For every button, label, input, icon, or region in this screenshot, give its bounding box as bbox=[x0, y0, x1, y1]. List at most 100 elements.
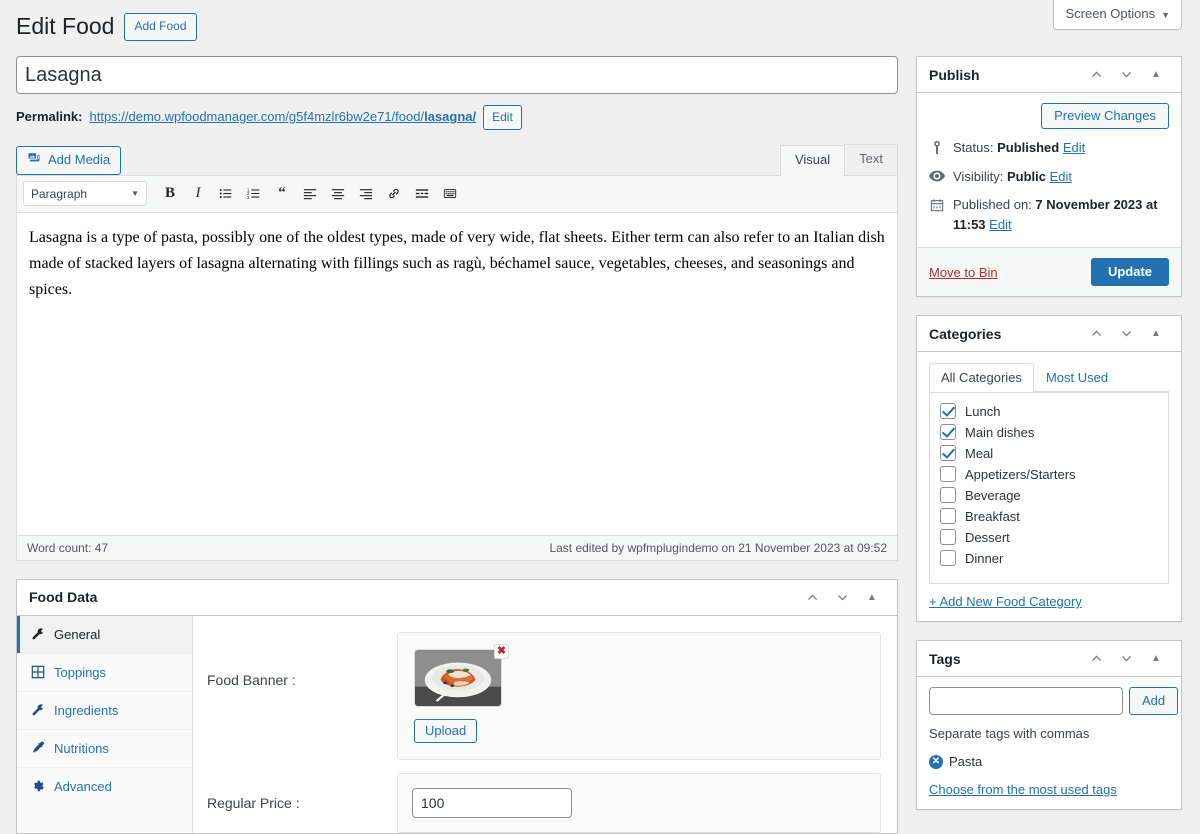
italic-icon[interactable]: I bbox=[185, 181, 211, 207]
editor-wrapper: Add Media Visual Text Paragraph ▼ B I 1 … bbox=[16, 144, 898, 561]
move-up-icon[interactable] bbox=[1083, 62, 1109, 88]
publish-visibility-row: Visibility: Public Edit bbox=[917, 158, 1181, 187]
publish-title: Publish bbox=[929, 66, 980, 83]
editor-media-row: Add Media Visual Text bbox=[16, 144, 898, 176]
tab-text[interactable]: Text bbox=[844, 144, 898, 175]
edit-published-link[interactable]: Edit bbox=[989, 217, 1011, 232]
category-item[interactable]: Dinner bbox=[940, 548, 1158, 569]
fd-tab-nutritions[interactable]: Nutritions bbox=[17, 730, 192, 768]
category-item[interactable]: Dessert bbox=[940, 527, 1158, 548]
visibility-label: Visibility: bbox=[953, 168, 1004, 184]
move-down-icon[interactable] bbox=[829, 584, 855, 610]
bold-icon[interactable]: B bbox=[157, 181, 183, 207]
food-data-body: General Toppings Ingredients Nutritions … bbox=[17, 615, 897, 833]
food-data-handle-actions: ▲ bbox=[799, 584, 885, 610]
remove-tag-icon[interactable]: ✕ bbox=[929, 754, 943, 769]
category-label: Dessert bbox=[965, 529, 1010, 545]
fd-tab-toppings[interactable]: Toppings bbox=[17, 654, 192, 692]
publish-header: Publish ▲ bbox=[917, 57, 1181, 93]
align-center-icon[interactable] bbox=[325, 181, 351, 207]
category-item[interactable]: Appetizers/Starters bbox=[940, 464, 1158, 485]
checkbox-icon[interactable] bbox=[940, 529, 956, 545]
publish-status-text: Status: Published Edit bbox=[953, 138, 1085, 158]
read-more-icon[interactable] bbox=[409, 181, 435, 207]
blockquote-icon[interactable]: “ bbox=[269, 181, 295, 207]
categories-list[interactable]: Lunch Main dishes Meal Appetizers/Starte… bbox=[929, 392, 1169, 584]
edit-status-link[interactable]: Edit bbox=[1063, 140, 1085, 155]
tags-input[interactable] bbox=[929, 687, 1123, 715]
move-up-icon[interactable] bbox=[1083, 321, 1109, 347]
preview-changes-button[interactable]: Preview Changes bbox=[1041, 103, 1169, 129]
fd-tab-advanced[interactable]: Advanced bbox=[17, 768, 192, 805]
sidebar-column: Publish ▲ Preview Changes Status: Publis… bbox=[916, 56, 1182, 810]
align-right-icon[interactable] bbox=[353, 181, 379, 207]
fd-tab-ingredients-label: Ingredients bbox=[54, 702, 119, 718]
category-label: Breakfast bbox=[965, 508, 1020, 524]
move-down-icon[interactable] bbox=[1113, 321, 1139, 347]
fd-tab-general[interactable]: General bbox=[17, 615, 192, 654]
tab-most-used[interactable]: Most Used bbox=[1034, 363, 1120, 392]
tab-visual[interactable]: Visual bbox=[779, 145, 846, 176]
move-to-bin-link[interactable]: Move to Bin bbox=[929, 265, 998, 280]
update-button[interactable]: Update bbox=[1090, 258, 1169, 286]
link-icon[interactable] bbox=[381, 181, 407, 207]
post-title-input[interactable] bbox=[16, 56, 898, 94]
screen-options-button[interactable]: Screen Options ▼ bbox=[1053, 0, 1182, 31]
upload-banner-button[interactable]: Upload bbox=[414, 718, 478, 743]
tags-input-row: Add bbox=[929, 687, 1179, 715]
syringe-icon bbox=[30, 741, 45, 756]
toolbar-toggle-icon[interactable] bbox=[437, 181, 463, 207]
page-title: Edit Food bbox=[16, 13, 115, 40]
numbered-list-icon[interactable]: 123 bbox=[241, 181, 267, 207]
add-tag-button[interactable]: Add bbox=[1129, 687, 1179, 715]
wrench-icon bbox=[30, 627, 45, 642]
checkbox-icon[interactable] bbox=[940, 445, 956, 461]
pin-icon bbox=[929, 139, 945, 156]
page-wrap: Edit Food Add Food Permalink: https://de… bbox=[0, 0, 1200, 834]
checkbox-icon[interactable] bbox=[940, 466, 956, 482]
collapse-toggle-icon[interactable]: ▲ bbox=[1143, 646, 1169, 672]
format-select-wrapper: Paragraph ▼ bbox=[23, 181, 147, 207]
checkbox-icon[interactable] bbox=[940, 508, 956, 524]
edit-visibility-link[interactable]: Edit bbox=[1050, 169, 1072, 184]
food-banner-thumbnail[interactable] bbox=[414, 648, 502, 707]
category-item[interactable]: Meal bbox=[940, 443, 1158, 464]
add-media-label: Add Media bbox=[48, 152, 111, 168]
permalink-link[interactable]: https://demo.wpfoodmanager.com/g5f4mzlr6… bbox=[89, 107, 476, 128]
category-item[interactable]: Main dishes bbox=[940, 422, 1158, 443]
tags-body: Add Separate tags with commas ✕ Pasta Ch… bbox=[917, 677, 1181, 809]
move-down-icon[interactable] bbox=[1113, 646, 1139, 672]
fd-tab-ingredients[interactable]: Ingredients bbox=[17, 692, 192, 730]
checkbox-icon[interactable] bbox=[940, 550, 956, 566]
edit-permalink-button[interactable]: Edit bbox=[483, 105, 522, 131]
move-up-icon[interactable] bbox=[1083, 646, 1109, 672]
align-left-icon[interactable] bbox=[297, 181, 323, 207]
collapse-toggle-icon[interactable]: ▲ bbox=[1143, 321, 1169, 347]
add-food-button[interactable]: Add Food bbox=[124, 12, 197, 42]
move-down-icon[interactable] bbox=[1113, 62, 1139, 88]
checkbox-icon[interactable] bbox=[940, 424, 956, 440]
food-data-title: Food Data bbox=[29, 589, 98, 606]
bulleted-list-icon[interactable] bbox=[213, 181, 239, 207]
tab-all-categories[interactable]: All Categories bbox=[929, 363, 1034, 392]
publish-status-row: Status: Published Edit bbox=[917, 129, 1181, 158]
category-item[interactable]: Breakfast bbox=[940, 506, 1158, 527]
gear-icon bbox=[30, 779, 45, 794]
fd-tab-advanced-label: Advanced bbox=[54, 778, 112, 794]
regular-price-input[interactable] bbox=[412, 787, 572, 818]
paragraph-format-select[interactable]: Paragraph bbox=[23, 181, 147, 207]
category-item[interactable]: Lunch bbox=[940, 401, 1158, 422]
category-item[interactable]: Beverage bbox=[940, 485, 1158, 506]
collapse-toggle-icon[interactable]: ▲ bbox=[859, 584, 885, 610]
add-new-food-category-link[interactable]: + Add New Food Category bbox=[929, 594, 1082, 609]
move-up-icon[interactable] bbox=[799, 584, 825, 610]
checkbox-icon[interactable] bbox=[940, 487, 956, 503]
checkbox-icon[interactable] bbox=[940, 403, 956, 419]
add-media-button[interactable]: Add Media bbox=[16, 145, 122, 175]
tag-label: Pasta bbox=[949, 754, 983, 769]
food-data-panel: Food Data ▲ General Toppings Ingredients… bbox=[16, 578, 898, 834]
editor-content-area[interactable]: Lasagna is a type of pasta, possibly one… bbox=[17, 213, 897, 535]
most-used-tags-link[interactable]: Choose from the most used tags bbox=[929, 782, 1169, 797]
remove-banner-icon[interactable]: ✖ bbox=[494, 643, 509, 659]
collapse-toggle-icon[interactable]: ▲ bbox=[1143, 62, 1169, 88]
